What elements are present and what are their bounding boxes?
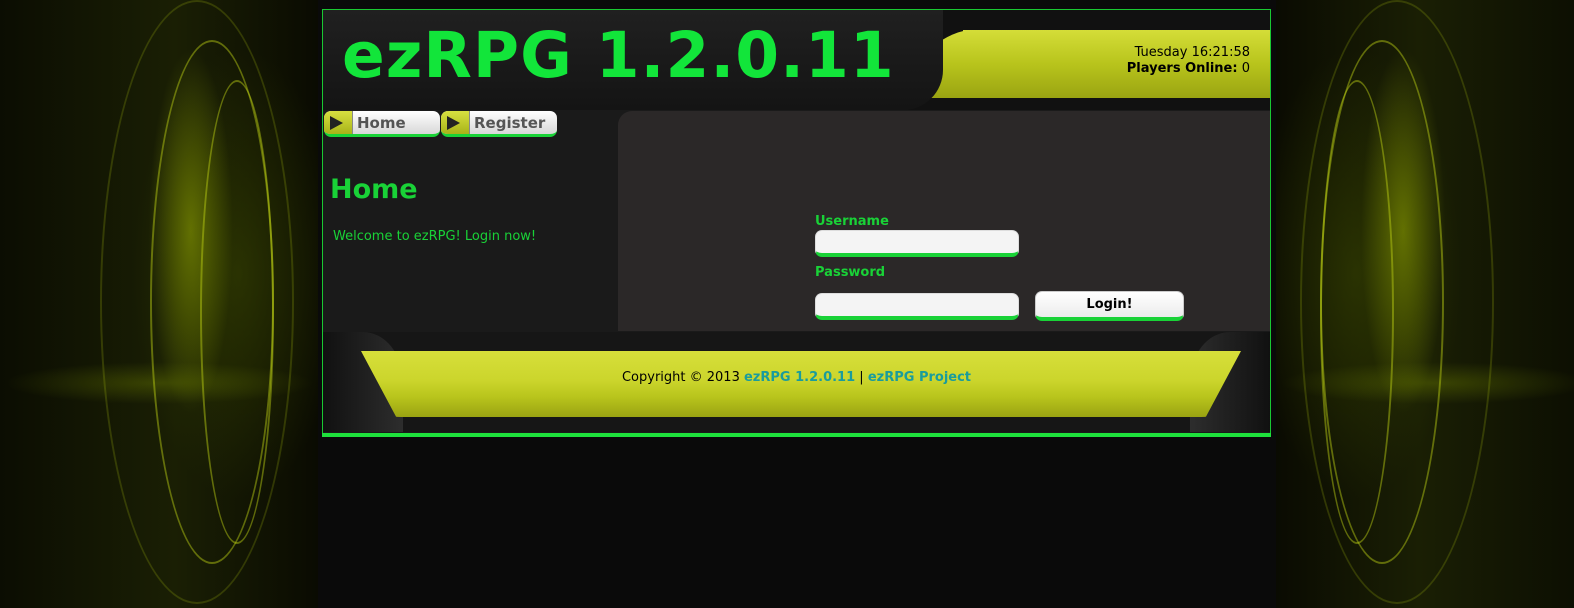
login-button[interactable]: Login! bbox=[1035, 291, 1184, 321]
header-status: Tuesday 16:21:58 Players Online: 0 bbox=[1127, 45, 1250, 77]
server-datetime: Tuesday 16:21:58 bbox=[1134, 45, 1250, 60]
nav-home-label: Home bbox=[357, 114, 406, 132]
copyright-text: Copyright © 2013 bbox=[621, 370, 740, 385]
players-online: Players Online: 0 bbox=[1127, 61, 1250, 77]
welcome-message: Welcome to ezRPG! Login now! bbox=[333, 229, 537, 244]
right-decorative-background bbox=[1276, 0, 1574, 608]
username-label: Username bbox=[815, 214, 889, 229]
nav-register-button[interactable]: Register bbox=[441, 111, 557, 137]
password-input[interactable] bbox=[815, 293, 1019, 320]
nav-register-label: Register bbox=[474, 114, 546, 132]
footer: Copyright © 2013 ezRPG 1.2.0.11 | ezRPG … bbox=[323, 332, 1270, 432]
footer-separator: | bbox=[859, 370, 864, 385]
username-input[interactable] bbox=[815, 230, 1019, 257]
nav-home-button[interactable]: Home bbox=[324, 111, 440, 137]
footer-text: Copyright © 2013 ezRPG 1.2.0.11 | ezRPG … bbox=[323, 370, 1270, 385]
header: ezRPG 1.2.0.11 Tuesday 16:21:58 Players … bbox=[323, 10, 1270, 110]
page-title: Home bbox=[330, 174, 418, 205]
main-container: ezRPG 1.2.0.11 Tuesday 16:21:58 Players … bbox=[322, 9, 1271, 437]
password-label: Password bbox=[815, 265, 886, 280]
players-online-label: Players Online: bbox=[1126, 61, 1238, 76]
site-logo[interactable]: ezRPG 1.2.0.11 bbox=[342, 18, 895, 94]
left-decorative-background bbox=[0, 0, 318, 608]
play-arrow-icon bbox=[447, 116, 460, 130]
players-online-count: 0 bbox=[1241, 61, 1250, 76]
footer-version-link[interactable]: ezRPG 1.2.0.11 bbox=[744, 370, 855, 385]
footer-project-link[interactable]: ezRPG Project bbox=[868, 370, 971, 385]
play-arrow-icon bbox=[330, 116, 343, 130]
